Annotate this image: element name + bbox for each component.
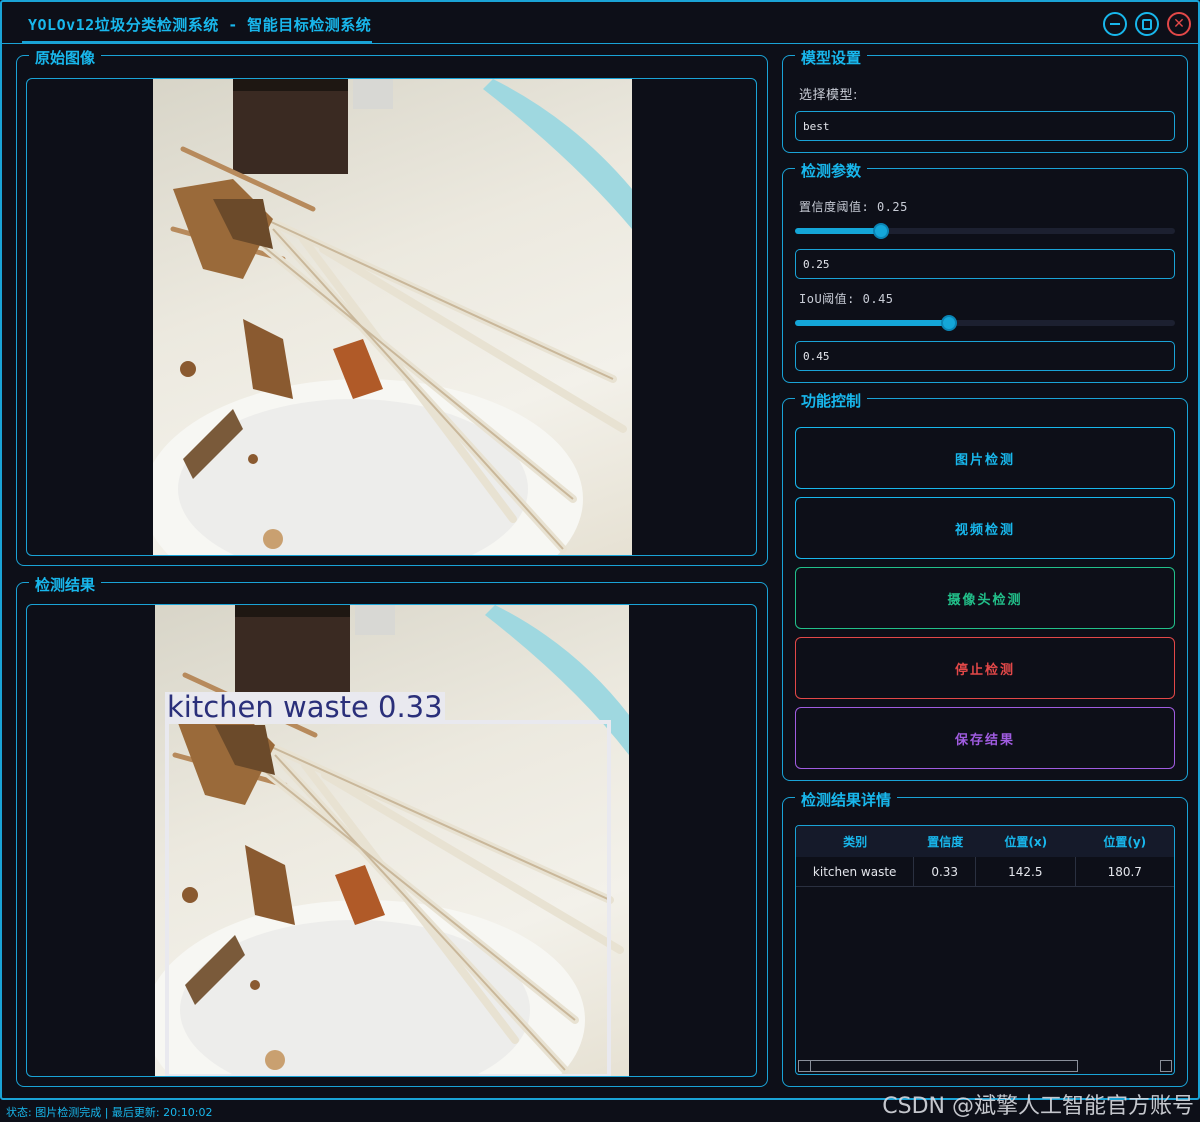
scroll-corner	[1160, 1060, 1172, 1072]
title-underline	[22, 41, 372, 44]
original-image-title: 原始图像	[29, 47, 102, 68]
model-select[interactable]: best	[795, 111, 1175, 141]
confidence-slider[interactable]	[795, 223, 1175, 239]
horizontal-scrollbar[interactable]	[798, 1060, 1078, 1072]
result-image: kitchen waste 0.33	[155, 605, 629, 1076]
table-row[interactable]: kitchen waste 0.33 142.5 180.7	[796, 857, 1174, 887]
result-image-frame: kitchen waste 0.33	[26, 604, 757, 1077]
iou-slider-fill	[795, 320, 949, 326]
scroll-left-arrow[interactable]	[799, 1061, 811, 1071]
cell-x: 142.5	[976, 857, 1076, 887]
iou-threshold-label: IoU阈值: 0.45	[799, 292, 894, 306]
column-header-x[interactable]: 位置(x)	[976, 826, 1075, 857]
status-bar: 状态: 图片检测完成 | 最后更新: 20:10:02 CSDN @斌擎人工智能…	[0, 1094, 1200, 1122]
model-settings-title: 模型设置	[795, 47, 868, 68]
app-window: YOLOv12垃圾分类检测系统 - 智能目标检测系统 ✕ 原始图像 检测结果 k…	[0, 0, 1200, 1100]
results-detail-title: 检测结果详情	[795, 789, 898, 810]
fish-bones-photo	[153, 79, 632, 555]
minimize-icon	[1110, 23, 1120, 25]
column-header-y[interactable]: 位置(y)	[1076, 826, 1174, 857]
cell-y: 180.7	[1107, 865, 1142, 879]
iou-input[interactable]: 0.45	[795, 341, 1175, 371]
maximize-button[interactable]	[1135, 12, 1159, 36]
original-image	[153, 79, 632, 555]
camera-detect-button[interactable]: 摄像头检测	[795, 567, 1175, 629]
save-result-button[interactable]: 保存结果	[795, 707, 1175, 769]
detection-bbox-label: kitchen waste 0.33	[165, 690, 445, 724]
confidence-threshold-label: 置信度阈值: 0.25	[799, 200, 908, 214]
cell-class: kitchen waste	[796, 857, 915, 887]
table-header: 类别 置信度 位置(x) 位置(y)	[796, 826, 1174, 857]
iou-slider[interactable]	[795, 315, 1175, 331]
title-bar[interactable]: YOLOv12垃圾分类检测系统 - 智能目标检测系统 ✕	[2, 2, 1198, 44]
original-image-frame	[26, 78, 757, 556]
window-title: YOLOv12垃圾分类检测系统 - 智能目标检测系统	[28, 16, 372, 34]
function-control-title: 功能控制	[795, 390, 868, 411]
results-table[interactable]: 类别 置信度 位置(x) 位置(y) kitchen waste 0.33 14…	[795, 825, 1175, 1075]
select-model-label: 选择模型:	[799, 88, 858, 103]
close-icon: ✕	[1173, 16, 1185, 32]
stop-detect-button[interactable]: 停止检测	[795, 637, 1175, 699]
cell-confidence: 0.33	[914, 857, 977, 887]
detection-params-title: 检测参数	[795, 160, 868, 181]
column-header-class[interactable]: 类别	[796, 826, 914, 857]
close-button[interactable]: ✕	[1167, 12, 1191, 36]
image-detect-button[interactable]: 图片检测	[795, 427, 1175, 489]
detection-result-title: 检测结果	[29, 574, 102, 595]
column-header-confidence[interactable]: 置信度	[914, 826, 976, 857]
confidence-input[interactable]: 0.25	[795, 249, 1175, 279]
iou-slider-handle[interactable]	[940, 315, 957, 331]
confidence-slider-handle[interactable]	[872, 223, 889, 239]
maximize-icon	[1142, 18, 1152, 30]
watermark: CSDN @斌擎人工智能官方账号	[882, 1094, 1194, 1119]
confidence-slider-fill	[795, 228, 881, 234]
minimize-button[interactable]	[1103, 12, 1127, 36]
detection-bounding-box	[165, 720, 611, 1076]
video-detect-button[interactable]: 视频检测	[795, 497, 1175, 559]
status-text: 状态: 图片检测完成 | 最后更新: 20:10:02	[6, 1106, 213, 1119]
